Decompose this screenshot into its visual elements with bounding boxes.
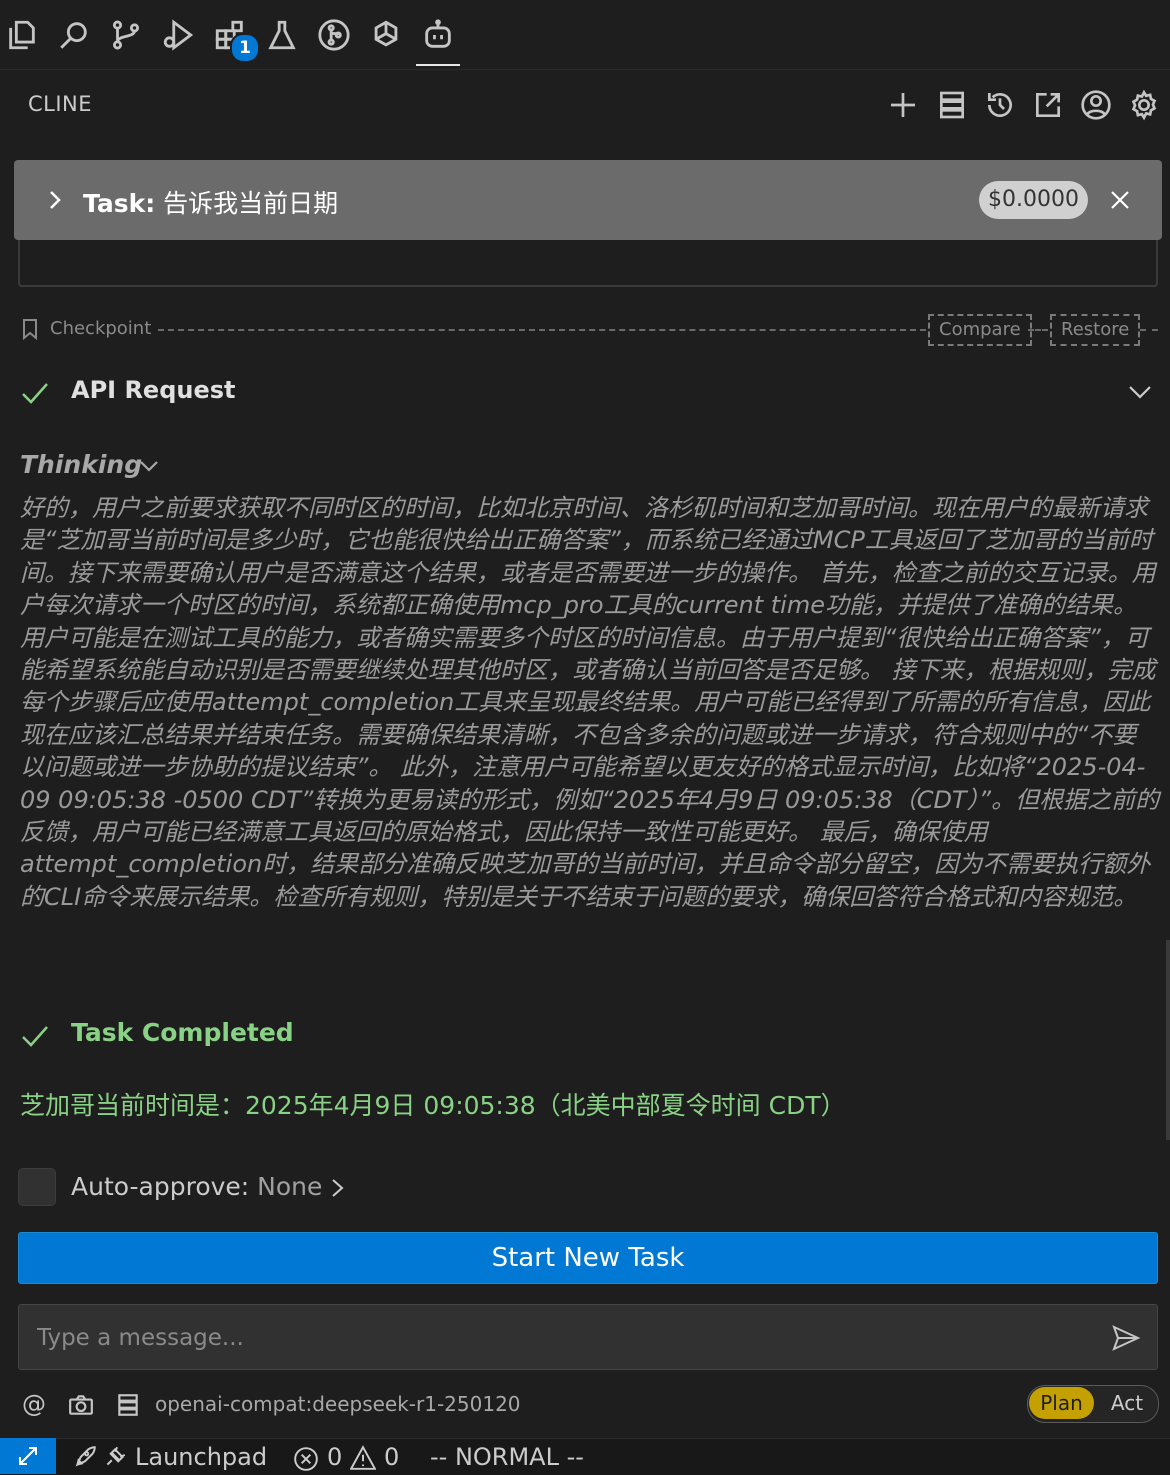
gitlens-icon[interactable]	[314, 14, 354, 56]
auto-approve-text: Auto-approve:	[71, 1172, 250, 1201]
remote-indicator[interactable]	[0, 1438, 56, 1474]
chevron-right-icon[interactable]	[48, 186, 62, 214]
check-icon	[22, 383, 48, 404]
message-input[interactable]	[35, 1305, 1099, 1371]
compare-button[interactable]: Compare	[928, 314, 1032, 346]
api-request-label[interactable]: API Request	[71, 376, 236, 404]
task-completed-label: Task Completed	[71, 1018, 294, 1047]
panel-title: CLINE	[28, 92, 93, 116]
extensions-badge: 1	[230, 33, 260, 63]
chevron-right-icon[interactable]	[330, 1177, 346, 1199]
chevron-down-icon[interactable]	[138, 456, 160, 476]
error-icon[interactable]	[293, 1446, 319, 1472]
cost-badge: $0.0000	[979, 181, 1088, 219]
cline-robot-icon[interactable]	[418, 14, 458, 56]
send-icon[interactable]	[1111, 1324, 1141, 1352]
auto-approve-checkbox[interactable]	[18, 1168, 56, 1206]
mcp-servers-icon[interactable]	[934, 86, 970, 124]
checkpoint-divider	[1028, 329, 1048, 331]
plan-mode-button[interactable]: Plan	[1029, 1387, 1094, 1419]
thinking-label[interactable]: Thinking	[20, 450, 142, 479]
model-selector[interactable]: openai-compat:deepseek-r1-250120	[155, 1392, 521, 1416]
scrollbar-thumb[interactable]	[1166, 940, 1170, 1140]
task-prefix: Task:	[83, 189, 156, 218]
bookmark-icon	[23, 319, 37, 340]
plus-icon[interactable]	[885, 86, 921, 124]
remote-icon	[19, 1447, 37, 1465]
active-tab-indicator	[416, 64, 460, 66]
plug-icon[interactable]	[102, 1444, 128, 1470]
warning-icon[interactable]	[350, 1445, 376, 1471]
search-icon[interactable]	[54, 14, 94, 56]
plan-act-toggle[interactable]: Plan Act	[1027, 1385, 1159, 1423]
explorer-icon[interactable]	[2, 14, 42, 56]
server-icon[interactable]	[113, 1390, 143, 1420]
openai-icon[interactable]	[366, 14, 406, 56]
auto-approve-value: None	[257, 1172, 323, 1201]
task-title: Task: 告诉我当前日期	[83, 184, 338, 220]
task-text: 告诉我当前日期	[163, 189, 339, 218]
close-icon[interactable]	[1106, 186, 1134, 214]
checkpoint-divider	[158, 329, 926, 331]
previous-message-box	[18, 240, 1158, 287]
vim-mode-indicator: -- NORMAL --	[430, 1443, 584, 1471]
account-icon[interactable]	[1078, 86, 1114, 124]
act-mode-button[interactable]: Act	[1098, 1387, 1156, 1419]
error-count[interactable]: 0	[327, 1443, 342, 1471]
start-new-task-button[interactable]: Start New Task	[18, 1232, 1158, 1284]
warning-count[interactable]: 0	[384, 1443, 399, 1471]
popout-icon[interactable]	[1030, 86, 1066, 124]
testing-icon[interactable]	[262, 14, 302, 56]
restore-button[interactable]: Restore	[1050, 314, 1141, 346]
source-control-icon[interactable]	[106, 14, 146, 56]
chevron-down-icon[interactable]	[1126, 380, 1154, 404]
history-icon[interactable]	[982, 86, 1018, 124]
settings-icon[interactable]	[1126, 86, 1162, 124]
checkpoint-label: Checkpoint	[50, 318, 152, 339]
at-mention-icon[interactable]: @	[22, 1390, 46, 1418]
camera-icon[interactable]	[66, 1390, 96, 1420]
auto-approve-label[interactable]: Auto-approve: None	[71, 1172, 322, 1201]
launchpad-label[interactable]: Launchpad	[135, 1443, 267, 1471]
thinking-content: 好的，用户之前要求获取不同时区的时间，比如北京时间、洛杉矶时间和芝加哥时间。现在…	[20, 494, 1160, 911]
check-icon	[22, 1026, 48, 1047]
run-debug-icon[interactable]	[158, 14, 198, 56]
rocket-icon[interactable]	[72, 1444, 98, 1470]
completion-result: 芝加哥当前时间是：2025年4月9日 09:05:38（北美中部夏令时间 CDT…	[20, 1091, 846, 1120]
message-box	[18, 1304, 1158, 1371]
checkpoint-divider	[1140, 329, 1158, 331]
